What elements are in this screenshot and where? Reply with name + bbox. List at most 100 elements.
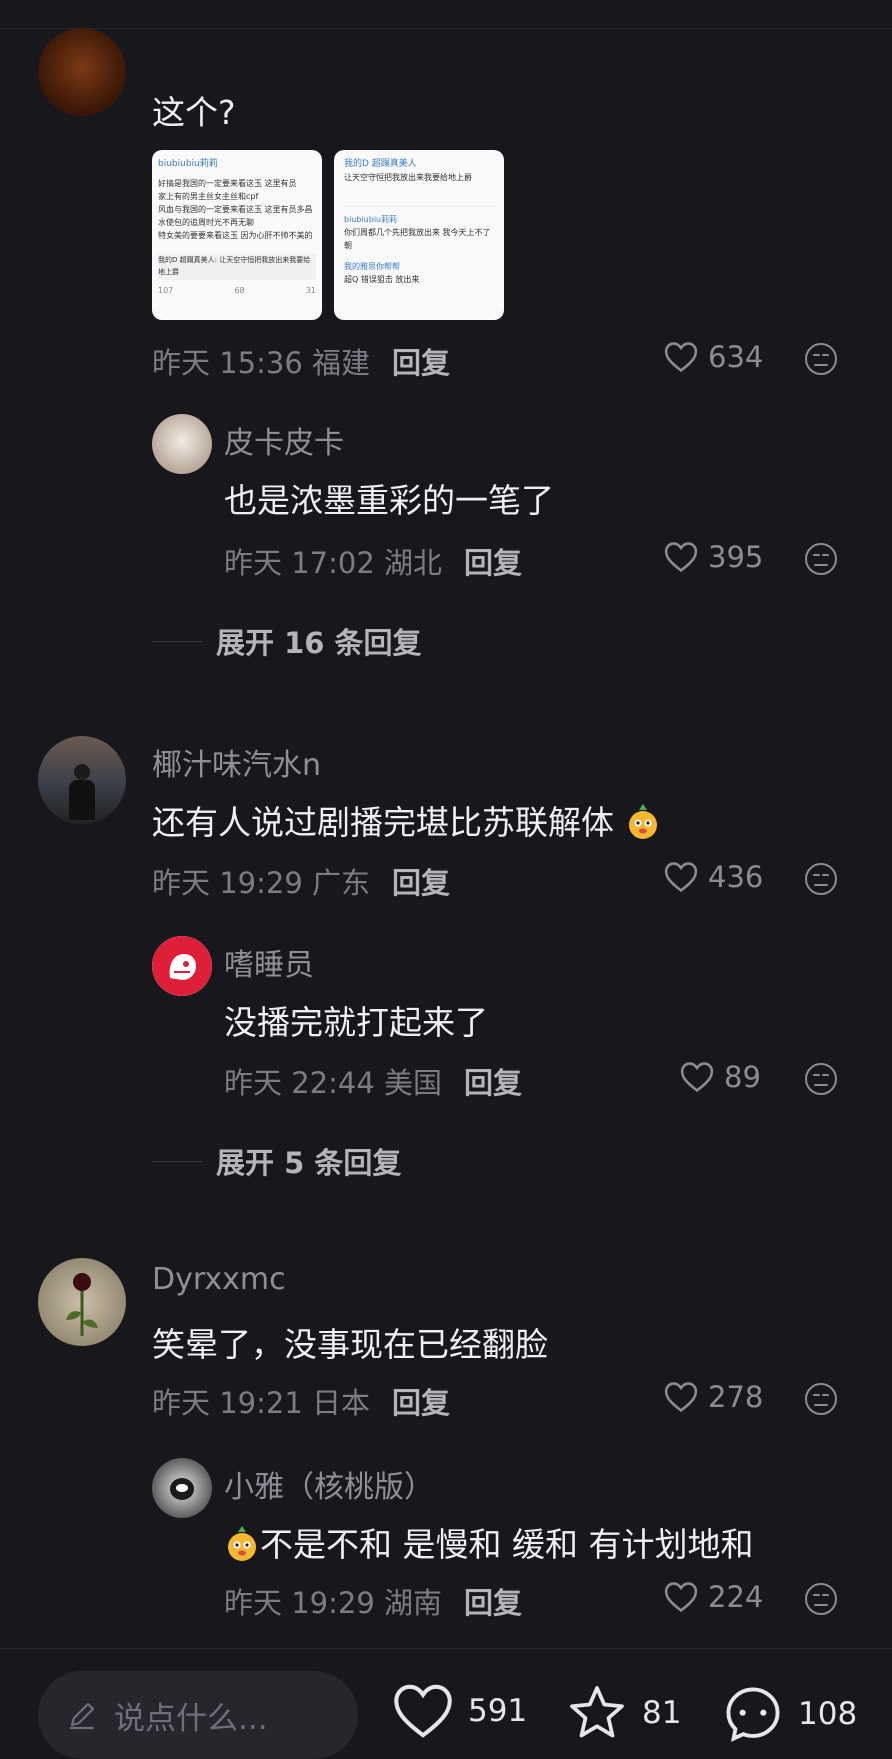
comment-text: 还有人说过剧播完堪比苏联解体 xyxy=(152,796,661,844)
pineapple-emoji-icon xyxy=(228,1526,256,1561)
reply-button[interactable]: 回复 xyxy=(464,1066,522,1100)
reply-button[interactable]: 回复 xyxy=(464,1586,522,1620)
reply-button[interactable]: 回复 xyxy=(392,1386,450,1420)
reply-button[interactable]: 回复 xyxy=(392,866,450,900)
username[interactable]: 小雅（核桃版） xyxy=(224,1462,434,1506)
like-count: 436 xyxy=(708,860,764,894)
like-button[interactable]: 436 xyxy=(664,860,763,894)
image-line: 特女美的要要来看这玉 因为心肝不帅不美的 xyxy=(158,231,313,240)
avatar[interactable] xyxy=(152,936,212,996)
pencil-icon xyxy=(69,1702,95,1730)
divider xyxy=(152,1160,202,1162)
image-line: 超Q 错误狙击 放出来 xyxy=(344,275,420,284)
username[interactable]: Dyrxxmc xyxy=(152,1262,286,1297)
heart-icon xyxy=(664,1382,698,1413)
expand-replies-button[interactable]: 展开 16 条回复 xyxy=(152,620,422,662)
like-count: 224 xyxy=(708,1580,764,1614)
image-username: 我的D 超蹋真美人 xyxy=(344,159,417,169)
comment-input[interactable]: 说点什么... xyxy=(38,1671,358,1759)
comment-text: 这个? xyxy=(152,93,236,132)
comment-time: 昨天 19:29 湖南 xyxy=(224,1586,443,1620)
expand-label: 展开 5 条回复 xyxy=(216,1146,402,1180)
image-line: 水使包的追周时光不再无聊 xyxy=(158,218,254,227)
comment-text: 不是不和 是慢和 缓和 有计划地和 xyxy=(224,1518,753,1566)
comment-meta: 昨天 15:36 福建 回复 xyxy=(152,340,450,382)
image-line: 家上有的男主丝女主丝和cpf xyxy=(158,192,259,201)
image-line: 你们周都几个先把我放出来 我今天上不了朝 xyxy=(344,228,491,250)
heart-icon xyxy=(394,1684,452,1738)
comments-button[interactable]: 108 xyxy=(722,1683,857,1745)
like-count: 278 xyxy=(708,1380,764,1414)
image-line: 好搞是我国的一定要来看这玉 这里有员 xyxy=(158,179,297,188)
avatar[interactable] xyxy=(38,28,126,116)
image-footer: 我的D 超蹋真美人: 让天空守恒把我放出来我要给地上爵 xyxy=(158,254,316,280)
like-count: 89 xyxy=(724,1060,761,1094)
dislike-icon[interactable] xyxy=(804,862,838,896)
comment-text-content: 还有人说过剧播完堪比苏联解体 xyxy=(152,803,614,842)
dislike-icon[interactable] xyxy=(804,342,838,376)
post-like-count: 591 xyxy=(468,1693,528,1729)
dislike-icon[interactable] xyxy=(804,542,838,576)
comment-meta: 昨天 22:44 美国 回复 xyxy=(224,1060,522,1102)
comment-meta: 昨天 19:29 湖南 回复 xyxy=(224,1580,522,1622)
reply-button[interactable]: 回复 xyxy=(464,546,522,580)
username[interactable]: 皮卡皮卡 xyxy=(224,418,344,462)
divider xyxy=(152,640,202,642)
image-line: 风血与我国的一定要来看这玉 这里有员多昌 xyxy=(158,205,313,214)
rose-icon xyxy=(66,1273,98,1336)
dislike-icon[interactable] xyxy=(804,1582,838,1616)
image-stat: 31 xyxy=(305,286,316,295)
like-count: 634 xyxy=(708,340,764,374)
comment-input-placeholder: 说点什么... xyxy=(114,1700,268,1737)
comment-time: 昨天 19:29 广东 xyxy=(152,866,371,900)
avatar[interactable] xyxy=(38,1258,126,1346)
image-line: 我的雅思你帮帮 xyxy=(344,262,400,271)
image-line: 让天空守恒把我放出来我要给地上爵 xyxy=(344,173,472,182)
comment-time: 昨天 19:21 日本 xyxy=(152,1386,371,1420)
dislike-icon[interactable] xyxy=(804,1062,838,1096)
avatar[interactable] xyxy=(152,1458,212,1518)
reply-button[interactable]: 回复 xyxy=(392,346,450,380)
username[interactable]: 椰汁味汽水n xyxy=(152,740,321,784)
image-username: biubiubiu莉莉 xyxy=(158,159,218,169)
like-button[interactable]: 89 xyxy=(680,1060,761,1094)
top-divider xyxy=(0,28,892,29)
comment-meta: 昨天 19:29 广东 回复 xyxy=(152,860,450,902)
heart-icon xyxy=(664,1582,698,1613)
comment-meta: 昨天 19:21 日本 回复 xyxy=(152,1380,450,1422)
chick-logo-icon xyxy=(152,936,212,996)
favorite-button[interactable]: 81 xyxy=(566,1683,681,1743)
comment-time: 昨天 22:44 美国 xyxy=(224,1066,443,1100)
comment-time: 昨天 15:36 福建 xyxy=(152,346,371,380)
like-button[interactable]: 224 xyxy=(664,1580,763,1614)
star-icon xyxy=(570,1686,624,1738)
comment-count: 108 xyxy=(798,1696,858,1732)
expand-replies-button[interactable]: 展开 5 条回复 xyxy=(152,1140,401,1182)
avatar[interactable] xyxy=(38,736,126,824)
comment-bubble-icon xyxy=(726,1687,780,1742)
comment-time: 昨天 17:02 湖北 xyxy=(224,546,443,580)
avatar[interactable] xyxy=(152,414,212,474)
comment-text: 笑晕了，没事现在已经翻脸 xyxy=(152,1325,548,1364)
comment-text-content: 不是不和 是慢和 缓和 有计划地和 xyxy=(260,1525,754,1564)
comment-image[interactable]: 我的D 超蹋真美人 让天空守恒把我放出来我要给地上爵 biubiubiu莉莉 你… xyxy=(334,150,504,320)
favorite-count: 81 xyxy=(642,1695,682,1731)
like-button[interactable]: 278 xyxy=(664,1380,763,1414)
comment-image[interactable]: biubiubiu莉莉 好搞是我国的一定要来看这玉 这里有员 家上有的男主丝女主… xyxy=(152,150,322,320)
like-button[interactable]: 634 xyxy=(664,340,763,374)
username[interactable]: 嗜睡员 xyxy=(224,940,314,984)
pineapple-emoji-icon xyxy=(628,804,657,839)
heart-icon xyxy=(664,342,698,373)
comment-meta: 昨天 17:02 湖北 回复 xyxy=(224,540,522,582)
like-count: 395 xyxy=(708,540,764,574)
like-button[interactable]: 395 xyxy=(664,540,763,574)
image-line: biubiubiu莉莉 xyxy=(344,215,398,224)
image-stat: 107 xyxy=(158,286,174,295)
like-post-button[interactable]: 591 xyxy=(392,1683,527,1739)
comment-text: 没播完就打起来了 xyxy=(224,1003,488,1042)
bottom-action-bar: 说点什么... 591 81 108 xyxy=(0,1648,892,1759)
dislike-icon[interactable] xyxy=(804,1382,838,1416)
heart-icon xyxy=(680,1062,714,1093)
image-stat: 68 xyxy=(234,286,245,295)
heart-icon xyxy=(664,862,698,893)
